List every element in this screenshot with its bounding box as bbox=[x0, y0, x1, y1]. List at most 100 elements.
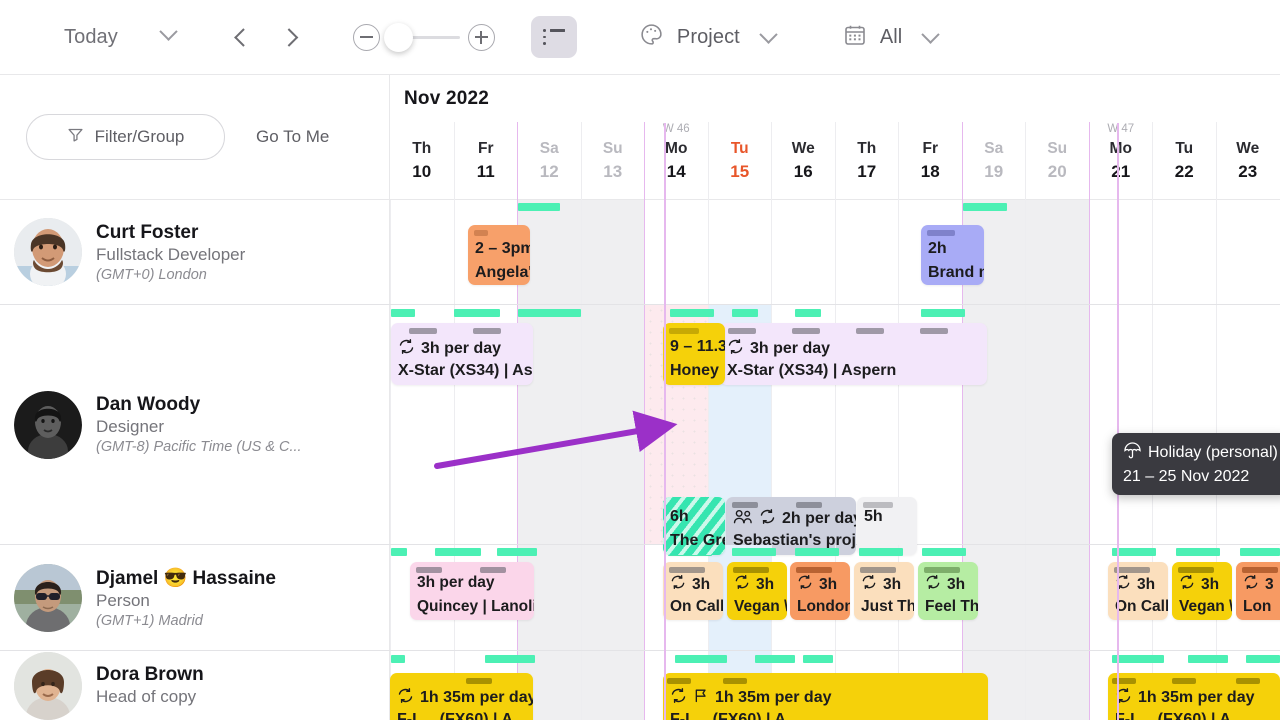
person-role: Head of copy bbox=[96, 687, 197, 706]
day-column-tu-22[interactable]: Tu 22 bbox=[1152, 122, 1216, 200]
top-toolbar: Today Project All bbox=[0, 0, 1280, 75]
event-duration: 3h bbox=[797, 574, 848, 595]
event-title: X-Star (XS34) | Asp bbox=[398, 362, 533, 379]
event-chip[interactable]: 3h On Call bbox=[663, 562, 723, 620]
event-chip[interactable]: 3h London bbox=[790, 562, 850, 620]
availability-bar bbox=[732, 548, 776, 556]
availability-bar bbox=[922, 548, 966, 556]
zoom-out-button[interactable] bbox=[352, 23, 380, 51]
day-of-week-label: Th bbox=[857, 140, 877, 157]
day-number-label: 17 bbox=[857, 162, 877, 181]
event-duration: 3h bbox=[861, 574, 912, 595]
day-of-week-label: Tu bbox=[1175, 140, 1194, 157]
day-column-su-20[interactable]: Su 20 bbox=[1025, 122, 1089, 200]
availability-bar bbox=[454, 309, 500, 317]
day-column-fr-11[interactable]: Fr 11 bbox=[453, 122, 518, 200]
availability-bar bbox=[497, 548, 537, 556]
day-column-th-10[interactable]: Th 10 bbox=[390, 122, 454, 200]
table-row: Curt Foster Fullstack Developer (GMT+0) … bbox=[0, 200, 1280, 305]
event-chip[interactable]: 3 Lon bbox=[1236, 562, 1280, 620]
event-chip[interactable]: 6h The Gre bbox=[663, 497, 725, 555]
flag-icon bbox=[693, 687, 709, 709]
event-title: Vegan \ bbox=[1179, 598, 1232, 615]
go-to-me-button[interactable]: Go To Me bbox=[256, 127, 329, 147]
row-grid: 3h per day X-Star (XS34) | Asp 9 – 11.3 … bbox=[390, 305, 1280, 555]
event-chip[interactable]: 3h Vegan \ bbox=[1172, 562, 1232, 620]
next-period-button[interactable] bbox=[271, 17, 311, 57]
person-cell[interactable]: Dora Brown Head of copy bbox=[0, 651, 390, 720]
event-progress-bar bbox=[669, 328, 699, 334]
day-column-mo-21[interactable]: W 47 Mo 21 bbox=[1088, 122, 1153, 200]
event-duration: 1h 35m per day bbox=[397, 687, 533, 709]
day-column-fr-18[interactable]: Fr 18 bbox=[898, 122, 962, 200]
person-cell[interactable]: Dan Woody Designer (GMT-8) Pacific Time … bbox=[0, 305, 390, 544]
event-chip[interactable]: 1h 35m per day F-L... (FX60) | A... bbox=[390, 673, 533, 720]
all-chevron-down-icon[interactable] bbox=[921, 24, 941, 44]
event-duration: 3h per day bbox=[727, 338, 985, 360]
event-chip[interactable]: 9 – 11.3 Honey bbox=[663, 323, 725, 385]
day-number-label: 19 bbox=[984, 162, 1004, 181]
event-time: 2 – 3pm bbox=[475, 240, 530, 257]
person-timezone: (GMT+0) London bbox=[96, 266, 207, 283]
day-column-we-23[interactable]: We 23 bbox=[1215, 122, 1280, 200]
availability-bar bbox=[1112, 548, 1156, 556]
availability-bar bbox=[795, 309, 821, 317]
event-chip[interactable]: 2 – 3pm Angela' bbox=[468, 225, 530, 285]
event-chip[interactable]: 1h 35m per day F-L... (FX60) | A... bbox=[1108, 673, 1280, 720]
availability-bar bbox=[391, 309, 415, 317]
person-role: Person bbox=[96, 591, 150, 610]
zoom-in-button[interactable] bbox=[467, 23, 495, 51]
recurring-icon bbox=[1243, 574, 1259, 595]
event-chip[interactable]: 3h per day X-Star (XS34) | Aspern bbox=[720, 323, 987, 385]
event-title: On Call bbox=[1115, 598, 1168, 615]
zoom-slider-knob[interactable] bbox=[383, 22, 413, 52]
prev-period-button[interactable] bbox=[221, 17, 261, 57]
zoom-control bbox=[352, 22, 495, 52]
day-column-su-13[interactable]: Su 13 bbox=[580, 122, 645, 200]
day-column-th-17[interactable]: Th 17 bbox=[834, 122, 899, 200]
row-grid: 1h 35m per day F-L... (FX60) | A... 1h 3… bbox=[390, 651, 1280, 720]
date-filter-selector[interactable]: All bbox=[843, 23, 941, 52]
event-chip[interactable]: 1h 35m per day F-L... (FX60) | A... bbox=[663, 673, 988, 720]
availability-bar bbox=[1112, 655, 1164, 663]
event-chip[interactable]: 3h Feel Th bbox=[918, 562, 978, 620]
availability-bar bbox=[1246, 655, 1280, 663]
day-number-label: 14 bbox=[666, 162, 686, 181]
filter-group-button[interactable]: Filter/Group bbox=[26, 114, 225, 160]
color-by-project-selector[interactable]: Project bbox=[639, 22, 778, 52]
day-column-tu-15[interactable]: Tu 15 bbox=[707, 122, 772, 200]
event-duration: 3h bbox=[670, 574, 721, 595]
list-icon bbox=[542, 29, 565, 46]
holiday-tooltip-dates: 21 – 25 Nov 2022 bbox=[1123, 468, 1250, 485]
event-chip[interactable]: 3h per day X-Star (XS34) | Asp bbox=[391, 323, 533, 385]
recurring-icon bbox=[925, 574, 941, 595]
event-progress-bar bbox=[1242, 567, 1278, 573]
event-progress-bar bbox=[1236, 678, 1260, 684]
schedule-body: Curt Foster Fullstack Developer (GMT+0) … bbox=[0, 200, 1280, 720]
event-chip[interactable]: 3h per day Quincey | Lanolin bbox=[410, 562, 534, 620]
availability-bar bbox=[485, 655, 535, 663]
event-chip[interactable]: 3h Vegan \ bbox=[727, 562, 787, 620]
day-column-mo-14[interactable]: W 46 Mo 14 bbox=[644, 122, 708, 200]
event-duration: 3h bbox=[1115, 574, 1166, 595]
zoom-slider[interactable] bbox=[383, 22, 460, 52]
event-chip[interactable]: 3h Just Th bbox=[854, 562, 914, 620]
person-cell[interactable]: Djamel 😎 Hassaine Person (GMT+1) Madrid bbox=[0, 545, 390, 650]
today-button[interactable]: Today bbox=[64, 26, 118, 49]
day-of-week-label: Sa bbox=[984, 140, 1004, 157]
day-column-sa-19[interactable]: Sa 19 bbox=[961, 122, 1026, 200]
event-chip[interactable]: 2h Brand n bbox=[921, 225, 984, 285]
availability-bar bbox=[795, 548, 839, 556]
project-chevron-down-icon[interactable] bbox=[759, 24, 778, 44]
person-cell[interactable]: Curt Foster Fullstack Developer (GMT+0) … bbox=[0, 200, 390, 304]
day-number-label: 20 bbox=[1047, 162, 1067, 181]
day-column-we-16[interactable]: We 16 bbox=[771, 122, 835, 200]
person-name: Dora Brown bbox=[96, 664, 204, 685]
today-range-chevron-down-icon[interactable] bbox=[159, 22, 178, 46]
day-column-sa-12[interactable]: Sa 12 bbox=[517, 122, 581, 200]
event-title: F-L... (FX60) | A... bbox=[1115, 711, 1245, 720]
day-number-label: 12 bbox=[539, 162, 559, 181]
person-name: Dan Woody bbox=[96, 394, 201, 415]
person-info: Dora Brown Head of copy bbox=[96, 664, 204, 707]
list-view-toggle-button[interactable] bbox=[530, 16, 577, 58]
